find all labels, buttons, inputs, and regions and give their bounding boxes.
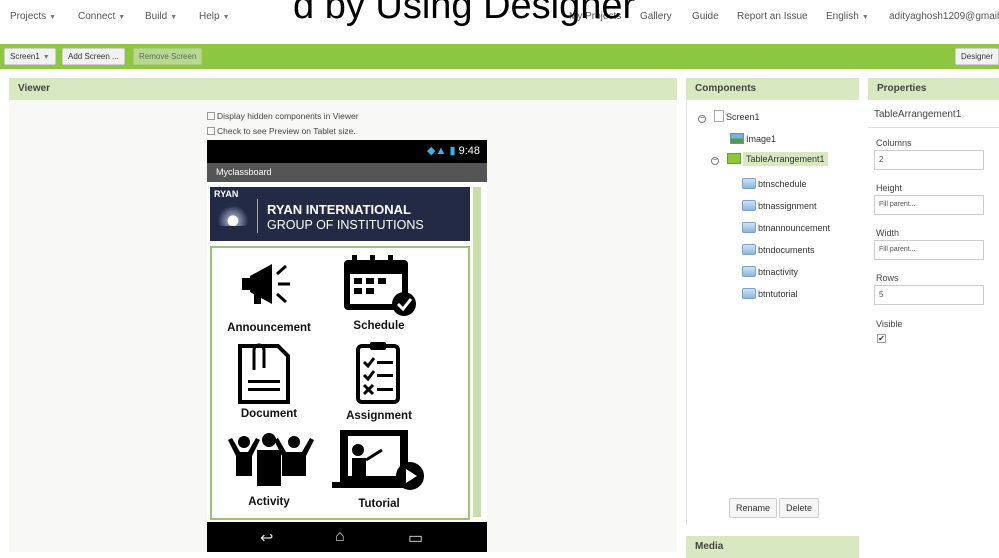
recents-icon[interactable]: ▭	[408, 528, 423, 548]
properties-header: Properties	[868, 78, 999, 100]
button-icon	[742, 266, 756, 277]
android-nav-bar: ↩ ⌂ ▭	[207, 522, 487, 552]
columns-label: Columns	[876, 138, 912, 148]
collapse-icon[interactable]: −	[711, 157, 719, 165]
link-guide[interactable]: Guide	[692, 11, 719, 22]
components-header: Components	[686, 78, 859, 100]
assignment-label: Assignment	[346, 410, 412, 422]
screen-select[interactable]: Screen1 ▼	[4, 48, 56, 65]
button-icon	[742, 222, 756, 233]
properties-divider	[868, 127, 999, 128]
overlay-caption: d by Using Designer	[293, 0, 636, 27]
announcement-button[interactable]: Announcement	[214, 252, 324, 340]
menu-projects[interactable]: Projects ▼	[10, 11, 56, 22]
screen-scrollbar[interactable]	[473, 187, 481, 517]
rows-label: Rows	[876, 273, 899, 283]
signal-icon: ◆▲	[427, 145, 447, 157]
remove-screen-button[interactable]: Remove Screen	[133, 48, 203, 65]
height-input[interactable]: Fill parent...	[874, 195, 984, 215]
selected-component-name: TableArrangement1	[874, 109, 962, 120]
button-icon	[742, 178, 756, 189]
phone-screen: RYAN RYAN INTERNATIONAL GROUP OF INSTITU…	[207, 182, 487, 522]
tree-btnannouncement[interactable]: btnannouncement	[742, 222, 830, 233]
tree-btnschedule[interactable]: btnschedule	[742, 178, 807, 189]
height-label: Height	[876, 183, 903, 193]
link-report-issue[interactable]: Report an Issue	[737, 11, 808, 22]
delete-button[interactable]: Delete	[779, 498, 820, 518]
phone-preview: ◆▲ ▮ 9:48 Myclassboard RYAN RYAN INTERNA…	[207, 140, 487, 552]
megaphone-icon	[242, 264, 290, 304]
image-icon	[730, 133, 744, 144]
announcement-label: Announcement	[227, 322, 311, 334]
document-label: Document	[240, 408, 298, 420]
app-title-bar: Myclassboard	[207, 163, 487, 182]
banner-line2: GROUP OF INSTITUTIONS	[267, 218, 424, 232]
tutorial-label: Tutorial	[358, 498, 400, 510]
banner-line1: RYAN INTERNATIONAL	[267, 202, 411, 217]
tree-btndocuments[interactable]: btndocuments	[742, 244, 815, 255]
tree-screen1[interactable]: − Screen1	[698, 110, 760, 123]
schedule-button[interactable]: Schedule	[324, 252, 434, 340]
button-icon	[742, 200, 756, 211]
media-header: Media	[686, 536, 859, 558]
tree-btntutorial[interactable]: btntutorial	[742, 288, 798, 299]
schedule-label: Schedule	[353, 320, 405, 332]
width-label: Width	[876, 228, 900, 238]
school-banner-image[interactable]: RYAN RYAN INTERNATIONAL GROUP OF INSTITU…	[210, 187, 470, 241]
tree-image1[interactable]: Image1	[730, 133, 776, 144]
activity-label: Activity	[248, 496, 290, 508]
columns-input[interactable]: 2	[874, 150, 984, 170]
menu-connect[interactable]: Connect ▼	[78, 11, 125, 22]
menu-build[interactable]: Build ▼	[145, 11, 177, 22]
document-button[interactable]: Document	[214, 340, 324, 428]
back-icon[interactable]: ↩	[260, 528, 273, 548]
button-icon	[742, 288, 756, 299]
collapse-icon[interactable]: −	[698, 115, 706, 123]
status-bar: ◆▲ ▮ 9:48	[427, 144, 480, 157]
home-icon[interactable]: ⌂	[335, 528, 345, 546]
viewer-header: Viewer	[9, 78, 677, 100]
hidden-components-checkbox[interactable]: Display hidden components in Viewer	[207, 111, 359, 121]
school-emblem-icon	[218, 200, 248, 226]
table-arrangement-icon	[727, 153, 741, 164]
tutorial-button[interactable]: Tutorial	[324, 428, 434, 516]
tablet-preview-checkbox[interactable]: Check to see Preview on Tablet size.	[207, 126, 356, 136]
width-input[interactable]: Fill parent...	[874, 240, 984, 260]
teacher-icon	[332, 430, 424, 490]
rows-input[interactable]: 5	[874, 285, 984, 305]
visible-checkbox[interactable]: ✔	[877, 334, 886, 343]
assignment-button[interactable]: Assignment	[324, 340, 434, 428]
banner-ryan-text: RYAN	[214, 189, 239, 199]
designer-button[interactable]: Designer	[955, 48, 999, 65]
calendar-icon	[344, 255, 416, 316]
tree-tablearrangement1[interactable]: − TableArrangement1	[711, 152, 828, 166]
account-email[interactable]: adityaghosh1209@gmail	[889, 11, 999, 22]
tree-btnactivity[interactable]: btnactivity	[742, 266, 798, 277]
menu-language[interactable]: English ▼	[826, 11, 869, 22]
status-time: 9:48	[458, 145, 480, 157]
link-gallery[interactable]: Gallery	[640, 11, 672, 22]
tree-btnassignment[interactable]: btnassignment	[742, 200, 817, 211]
activity-button[interactable]: Activity	[214, 428, 324, 516]
people-icon	[228, 433, 314, 486]
visible-label: Visible	[876, 319, 903, 329]
screen-icon	[714, 110, 724, 122]
document-icon	[238, 343, 290, 404]
menu-help[interactable]: Help ▼	[199, 11, 230, 22]
table-arrangement: Announcement Schedule Document Assignmen…	[210, 246, 470, 520]
button-icon	[742, 244, 756, 255]
banner-divider	[257, 199, 258, 233]
designer-toolbar: Screen1 ▼ Add Screen ... Remove Screen De…	[0, 44, 999, 69]
checklist-icon	[356, 342, 400, 404]
battery-icon: ▮	[449, 145, 456, 157]
rename-button[interactable]: Rename	[729, 498, 778, 518]
add-screen-button[interactable]: Add Screen ...	[62, 48, 125, 65]
